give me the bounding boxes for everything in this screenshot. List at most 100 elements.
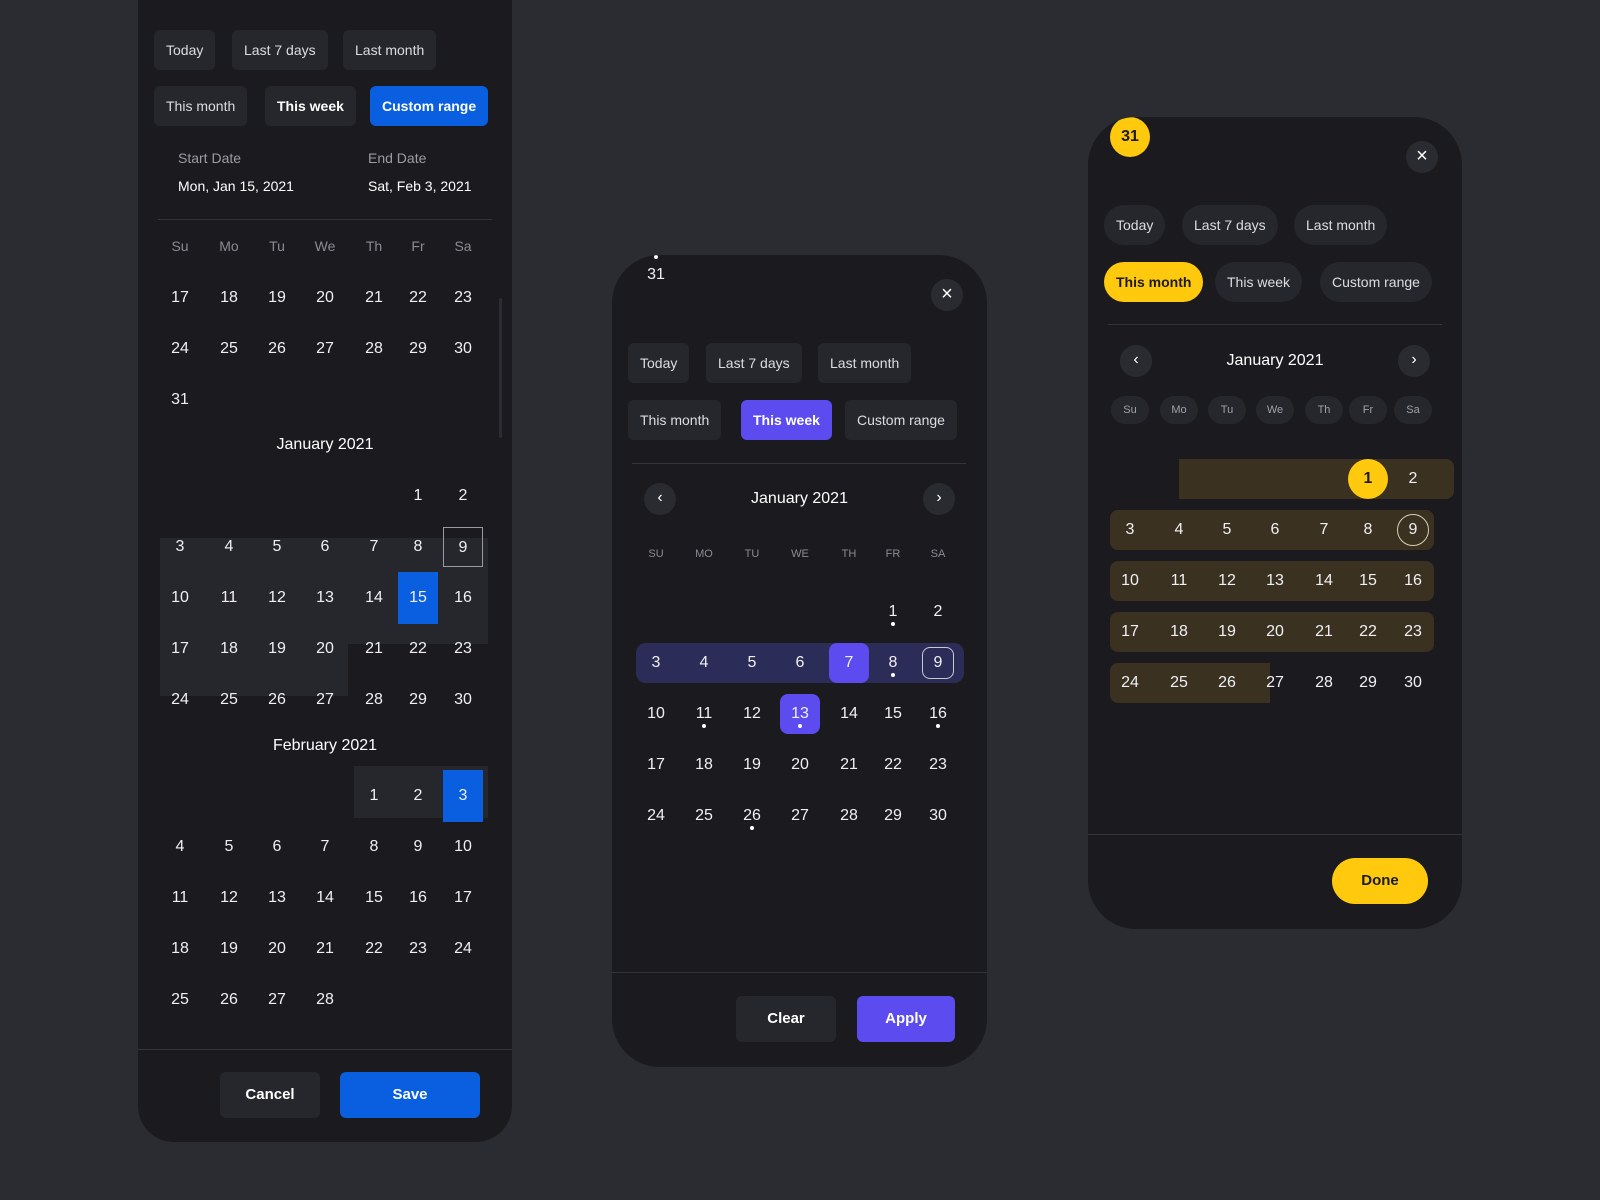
calendar-day[interactable]: 29: [398, 680, 438, 720]
calendar-day[interactable]: 6: [305, 527, 345, 567]
preset-today[interactable]: Today: [154, 30, 216, 70]
preset-last-month[interactable]: Last month: [343, 30, 437, 70]
range-start-day[interactable]: 15: [398, 572, 438, 624]
calendar-day[interactable]: 13: [1255, 561, 1295, 601]
calendar-day[interactable]: 18: [1159, 612, 1199, 652]
calendar-day[interactable]: 17: [160, 629, 200, 669]
calendar-day[interactable]: 14: [354, 578, 394, 618]
calendar-day[interactable]: 16: [398, 878, 438, 918]
calendar-day[interactable]: 17: [160, 278, 200, 318]
calendar-day[interactable]: 25: [160, 980, 200, 1020]
range-end-day[interactable]: 13: [780, 694, 820, 734]
calendar-day[interactable]: 28: [354, 680, 394, 720]
calendar-day[interactable]: 15: [1348, 561, 1388, 601]
calendar-day[interactable]: 27: [305, 680, 345, 720]
today-marker[interactable]: 9: [922, 647, 954, 679]
calendar-day[interactable]: 24: [160, 329, 200, 369]
preset-this-month[interactable]: This month: [1104, 262, 1204, 302]
calendar-day[interactable]: 4: [684, 643, 724, 683]
calendar-day[interactable]: 23: [443, 278, 483, 318]
calendar-day[interactable]: 19: [257, 629, 297, 669]
preset-last-month[interactable]: Last month: [818, 343, 912, 383]
calendar-day[interactable]: 19: [209, 929, 249, 969]
calendar-day[interactable]: 28: [354, 329, 394, 369]
calendar-day[interactable]: 22: [873, 745, 913, 785]
calendar-day[interactable]: 6: [780, 643, 820, 683]
calendar-day[interactable]: 3: [160, 527, 200, 567]
calendar-day[interactable]: 26: [732, 796, 772, 836]
preset-custom-range[interactable]: Custom range: [1320, 262, 1432, 302]
calendar-day[interactable]: 11: [1159, 561, 1199, 601]
calendar-day[interactable]: 22: [398, 278, 438, 318]
calendar-day[interactable]: 5: [209, 827, 249, 867]
preset-today[interactable]: Today: [628, 343, 690, 383]
next-month-button[interactable]: ›: [923, 483, 955, 515]
calendar-day[interactable]: 10: [636, 694, 676, 734]
calendar-day[interactable]: 29: [873, 796, 913, 836]
calendar-day[interactable]: 21: [354, 629, 394, 669]
calendar-day[interactable]: 25: [684, 796, 724, 836]
calendar-day[interactable]: 16: [1393, 561, 1433, 601]
calendar-day[interactable]: 7: [305, 827, 345, 867]
calendar-day[interactable]: 28: [1304, 663, 1344, 703]
calendar-day[interactable]: 8: [1348, 510, 1388, 550]
calendar-day[interactable]: 20: [257, 929, 297, 969]
calendar-day[interactable]: 10: [443, 827, 483, 867]
calendar-day[interactable]: 11: [209, 578, 249, 618]
calendar-day[interactable]: 26: [1207, 663, 1247, 703]
calendar-day[interactable]: 3: [1110, 510, 1150, 550]
calendar-day[interactable]: 12: [209, 878, 249, 918]
calendar-day[interactable]: 29: [1348, 663, 1388, 703]
calendar-day[interactable]: 17: [636, 745, 676, 785]
save-button[interactable]: Save: [340, 1072, 480, 1118]
calendar-day[interactable]: 19: [1207, 612, 1247, 652]
preset-custom-range[interactable]: Custom range: [370, 86, 489, 126]
calendar-day[interactable]: 7: [354, 527, 394, 567]
range-start-day[interactable]: 7: [829, 643, 869, 683]
preset-last-month[interactable]: Last month: [1294, 205, 1388, 245]
calendar-day[interactable]: 26: [257, 680, 297, 720]
calendar-day[interactable]: 16: [443, 578, 483, 618]
calendar-day[interactable]: 26: [209, 980, 249, 1020]
calendar-day[interactable]: 11: [684, 694, 724, 734]
range-start-day[interactable]: 1: [1348, 459, 1388, 499]
calendar-day[interactable]: 5: [257, 527, 297, 567]
calendar-day[interactable]: 21: [305, 929, 345, 969]
preset-this-month[interactable]: This month: [154, 86, 248, 126]
calendar-day[interactable]: 22: [354, 929, 394, 969]
calendar-day[interactable]: 23: [398, 929, 438, 969]
calendar-day[interactable]: 27: [257, 980, 297, 1020]
preset-last-7-days[interactable]: Last 7 days: [706, 343, 802, 383]
clear-button[interactable]: Clear: [736, 996, 836, 1042]
calendar-day[interactable]: 30: [918, 796, 958, 836]
calendar-day[interactable]: 24: [1110, 663, 1150, 703]
calendar-day[interactable]: 18: [160, 929, 200, 969]
preset-this-month[interactable]: This month: [628, 400, 722, 440]
calendar-day[interactable]: 31: [636, 255, 676, 295]
calendar-day[interactable]: 12: [1207, 561, 1247, 601]
calendar-day[interactable]: 26: [257, 329, 297, 369]
calendar-day[interactable]: 13: [305, 578, 345, 618]
calendar-day[interactable]: 31: [160, 380, 200, 420]
calendar-day[interactable]: 27: [1255, 663, 1295, 703]
calendar-day[interactable]: 18: [209, 278, 249, 318]
calendar-day[interactable]: 2: [398, 776, 438, 816]
calendar-day[interactable]: 21: [354, 278, 394, 318]
end-date-value[interactable]: Sat, Feb 3, 2021: [368, 178, 472, 194]
calendar-day[interactable]: 30: [443, 329, 483, 369]
today-marker[interactable]: 9: [443, 527, 483, 567]
calendar-day[interactable]: 1: [398, 476, 438, 516]
calendar-day[interactable]: 23: [443, 629, 483, 669]
apply-button[interactable]: Apply: [857, 996, 955, 1042]
calendar-day[interactable]: 2: [443, 476, 483, 516]
calendar-day[interactable]: 17: [443, 878, 483, 918]
calendar-day[interactable]: 6: [257, 827, 297, 867]
calendar-day[interactable]: 5: [732, 643, 772, 683]
today-marker[interactable]: 9: [1397, 514, 1429, 546]
calendar-day[interactable]: 2: [1393, 459, 1433, 499]
calendar-day[interactable]: 15: [873, 694, 913, 734]
preset-last-7-days[interactable]: Last 7 days: [232, 30, 328, 70]
next-month-button[interactable]: ›: [1398, 345, 1430, 377]
calendar-day[interactable]: 20: [305, 278, 345, 318]
calendar-day[interactable]: 1: [354, 776, 394, 816]
